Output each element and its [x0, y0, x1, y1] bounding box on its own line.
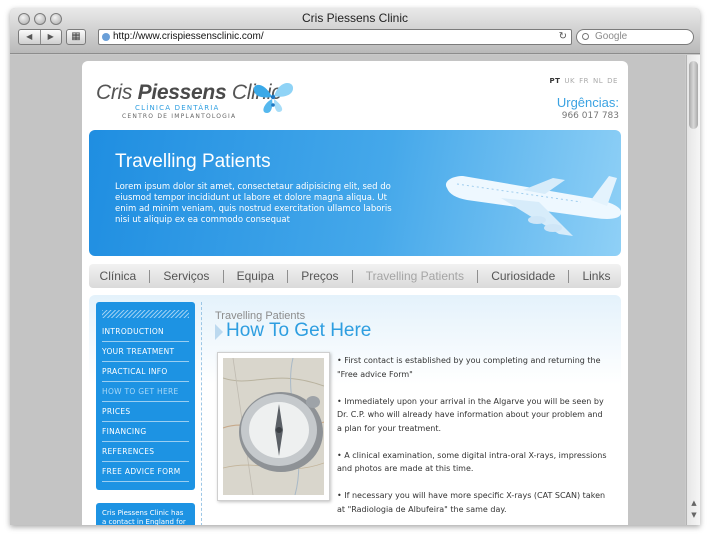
nav-divider — [351, 269, 353, 283]
sidebar-item-free-advice-form[interactable]: FREE ADVICE FORM — [102, 462, 189, 482]
sidebar-item-prices[interactable]: PRICES — [102, 402, 189, 422]
sidebar-item-references[interactable]: REFERENCES — [102, 442, 189, 462]
banner-text: Lorem ipsum dolor sit amet, consectetaur… — [115, 182, 392, 225]
nav-equipa[interactable]: Equipa — [237, 269, 274, 283]
bookmarks-grid-button[interactable]: ▦ — [66, 29, 86, 45]
web-page: Cris Piessens Clinic CLÍNICA DENTÁRIA CE… — [82, 61, 628, 525]
lang-fr[interactable]: FR — [579, 77, 589, 85]
back-forward-buttons: ◀ ▶ — [18, 29, 62, 45]
scroll-down-icon[interactable]: ▼ — [690, 511, 698, 519]
search-icon — [582, 33, 589, 40]
sidebar-item-practical-info[interactable]: PRACTICAL INFO — [102, 362, 189, 382]
search-field[interactable]: Google — [576, 29, 694, 45]
airplane-image — [446, 176, 621, 236]
main-navigation: Clínica Serviços Equipa Preços Travellin… — [89, 264, 621, 288]
reload-icon[interactable]: ↻ — [559, 30, 567, 44]
nav-clinica[interactable]: Clínica — [100, 269, 137, 283]
nav-divider — [222, 269, 224, 283]
nav-travelling-patients[interactable]: Travelling Patients — [366, 269, 464, 283]
vertical-scrollbar[interactable]: ▲ ▼ — [686, 55, 700, 525]
column-divider — [201, 302, 202, 525]
sidebar-item-how-to-get-here[interactable]: HOW TO GET HERE — [102, 382, 189, 402]
page-title: How To Get Here — [226, 320, 372, 341]
browser-window: Cris Piessens Clinic ◀ ▶ ▦ http://www.cr… — [10, 8, 700, 525]
scrollbar-thumb[interactable] — [689, 61, 698, 129]
sidebar-item-introduction[interactable]: INTRODUCTION — [102, 322, 189, 342]
sidebar-item-financing[interactable]: FINANCING — [102, 422, 189, 442]
lang-pt[interactable]: PT — [550, 77, 561, 85]
address-text: http://www.crispiessensclinic.com/ — [113, 31, 264, 42]
search-placeholder: Google — [595, 31, 628, 42]
sidebar-item-your-treatment[interactable]: YOUR TREATMENT — [102, 342, 189, 362]
window-title: Cris Piessens Clinic — [301, 11, 409, 25]
banner-title: Travelling Patients — [115, 151, 271, 172]
hero-banner: Travelling Patients Lorem ipsum dolor si… — [89, 130, 621, 256]
list-item: • If necessary you will have more specif… — [337, 491, 606, 514]
nav-divider — [149, 269, 151, 283]
nav-divider — [568, 269, 570, 283]
compass-map-photo — [217, 352, 330, 501]
language-switcher: PT UK FR NL DE — [546, 77, 618, 85]
instructions-list: • First contact is established by you co… — [337, 354, 609, 525]
nav-servicos[interactable]: Serviços — [163, 269, 209, 283]
butterfly-logo-icon — [253, 83, 294, 113]
promo-text: Cris Piessens Clinic has a contact in En… — [102, 509, 186, 525]
sidebar-promo-box[interactable]: Cris Piessens Clinic has a contact in En… — [96, 503, 195, 525]
title-bar: Cris Piessens Clinic ◀ ▶ ▦ http://www.cr… — [10, 8, 700, 54]
urgencias-label: Urgências: — [556, 95, 619, 110]
sidebar-menu: INTRODUCTION YOUR TREATMENT PRACTICAL IN… — [96, 302, 195, 490]
lang-uk[interactable]: UK — [564, 77, 575, 85]
nav-divider — [287, 269, 289, 283]
scroll-up-icon[interactable]: ▲ — [690, 499, 698, 507]
page-viewport: Cris Piessens Clinic CLÍNICA DENTÁRIA CE… — [10, 55, 685, 525]
content-area: INTRODUCTION YOUR TREATMENT PRACTICAL IN… — [89, 295, 621, 525]
address-bar[interactable]: http://www.crispiessensclinic.com/ ↻ — [98, 29, 572, 45]
list-item: • First contact is established by you co… — [337, 356, 601, 379]
back-button[interactable]: ◀ — [19, 30, 41, 44]
nav-precos[interactable]: Preços — [301, 269, 338, 283]
nav-divider — [477, 269, 479, 283]
list-item: • Immediately upon your arrival in the A… — [337, 396, 604, 433]
lang-de[interactable]: DE — [607, 77, 618, 85]
sidebar-stripe-decoration — [102, 310, 189, 318]
forward-button[interactable]: ▶ — [41, 30, 62, 44]
logo-subtitle-implant: CENTRO DE IMPLANTOLOGIA — [122, 113, 237, 120]
logo-subtitle-dental: CLÍNICA DENTÁRIA — [135, 104, 220, 112]
nav-links[interactable]: Links — [582, 269, 610, 283]
compass-icon — [223, 358, 324, 495]
heading-arrow-icon — [215, 324, 223, 340]
urgencias-phone: 966 017 783 — [561, 111, 619, 121]
lang-nl[interactable]: NL — [593, 77, 603, 85]
list-item: • A clinical examination, some digital i… — [337, 450, 607, 474]
nav-curiosidade[interactable]: Curiosidade — [491, 269, 555, 283]
site-icon — [102, 33, 110, 41]
